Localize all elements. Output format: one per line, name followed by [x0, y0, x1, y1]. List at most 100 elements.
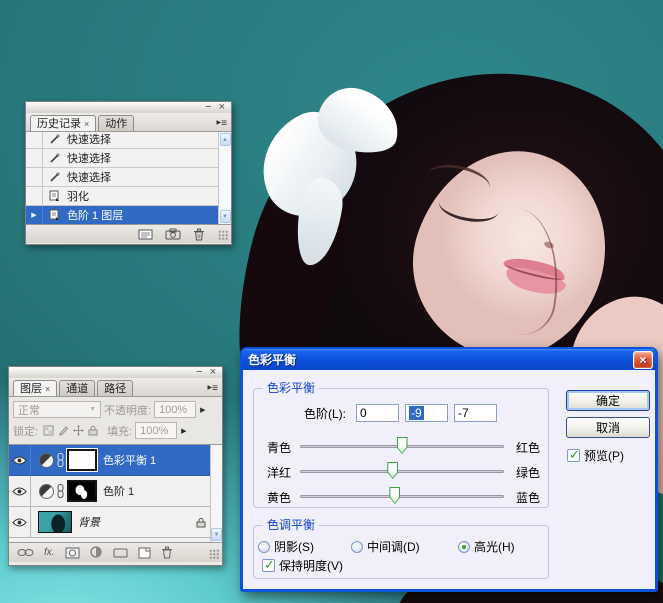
- highlights-radio[interactable]: 高光(H): [458, 538, 515, 555]
- tab-layers[interactable]: 图层×: [13, 380, 57, 396]
- tab-close-icon[interactable]: ×: [45, 384, 50, 394]
- minimize-icon[interactable]: −: [205, 103, 211, 112]
- opacity-spinner-icon[interactable]: ▶: [200, 406, 205, 414]
- fill-spinner-icon[interactable]: ▶: [181, 427, 186, 435]
- layer-mask-thumbnail[interactable]: [67, 449, 97, 471]
- preview-checkbox[interactable]: 预览(P): [567, 447, 624, 464]
- lock-paint-brush-icon[interactable]: [58, 425, 69, 436]
- tab-paths[interactable]: 路径: [97, 380, 133, 396]
- visibility-eye-icon[interactable]: [9, 476, 31, 506]
- layers-scrollbar[interactable]: ▼: [210, 445, 222, 542]
- tab-channels[interactable]: 通道: [59, 380, 95, 396]
- lock-move-icon[interactable]: [73, 425, 84, 436]
- tone-balance-group: 色调平衡 阴影(S) 中间调(D) 高光(H) 保持明度(V): [253, 525, 549, 579]
- layer-thumbnail[interactable]: [38, 511, 72, 533]
- layer-style-fx-icon[interactable]: fx.: [44, 547, 55, 558]
- midtones-radio[interactable]: 中间调(D): [351, 538, 420, 555]
- yellow-blue-slider-thumb[interactable]: [389, 487, 400, 504]
- delete-trash-icon[interactable]: [193, 228, 205, 241]
- new-group-icon[interactable]: [113, 547, 128, 558]
- shadows-radio[interactable]: 阴影(S): [258, 538, 314, 555]
- slider-track[interactable]: [300, 495, 504, 498]
- history-source-well[interactable]: [26, 149, 43, 167]
- history-item[interactable]: 快速选择: [26, 149, 231, 168]
- group-label: 色调平衡: [263, 518, 319, 532]
- lock-transparency-icon[interactable]: [43, 425, 54, 436]
- scroll-down-icon[interactable]: ▼: [211, 528, 222, 541]
- ok-button[interactable]: 确定: [566, 390, 650, 411]
- visibility-eye-icon[interactable]: [9, 507, 31, 537]
- history-source-well[interactable]: [26, 168, 43, 186]
- history-source-well[interactable]: [26, 187, 43, 205]
- scroll-down-icon[interactable]: ▼: [220, 210, 231, 223]
- history-item[interactable]: 快速选择: [26, 132, 231, 149]
- opacity-value-field[interactable]: 100%: [154, 401, 196, 418]
- cyan-red-slider-thumb[interactable]: [397, 437, 408, 454]
- radio-icon[interactable]: [351, 541, 363, 553]
- history-source-well[interactable]: [26, 132, 43, 148]
- resize-grip[interactable]: [218, 230, 229, 241]
- new-adjustment-layer-icon[interactable]: [90, 546, 103, 559]
- preserve-luminosity-checkbox[interactable]: 保持明度(V): [262, 557, 343, 574]
- mask-link-icon[interactable]: [57, 453, 64, 467]
- yellow-blue-slider-row: 黄色 蓝色: [254, 486, 548, 506]
- close-icon[interactable]: ×: [210, 368, 216, 377]
- slider-track[interactable]: [300, 470, 504, 473]
- scroll-up-icon[interactable]: ▲: [220, 133, 231, 146]
- layer-name[interactable]: 色阶 1: [103, 483, 134, 499]
- resize-grip[interactable]: [209, 549, 220, 560]
- history-item-selected[interactable]: ▶ 色阶 1 图层: [26, 206, 231, 225]
- level-input-3[interactable]: -7: [454, 404, 497, 422]
- history-item[interactable]: 快速选择: [26, 168, 231, 187]
- history-item-label: 快速选择: [65, 169, 111, 185]
- history-list: 快速选择 快速选择 快速选择: [26, 132, 231, 225]
- layer-row-levels[interactable]: 色阶 1: [9, 476, 222, 507]
- layer-row-color-balance[interactable]: 色彩平衡 1: [9, 445, 222, 476]
- close-icon[interactable]: ×: [633, 351, 653, 369]
- history-scrollbar[interactable]: ▲ ▼: [218, 132, 231, 224]
- color-balance-group: 色彩平衡 色阶(L): 0 -9 -7 青色 红色 洋红 绿色 黄色: [253, 388, 549, 508]
- lock-all-icon[interactable]: [88, 425, 98, 436]
- layers-list: 色彩平衡 1 色阶 1 背景: [9, 445, 222, 543]
- command-state-icon: [43, 209, 65, 221]
- layer-name[interactable]: 色彩平衡 1: [103, 452, 156, 468]
- tab-actions[interactable]: 动作: [98, 115, 134, 131]
- radio-selected-icon[interactable]: [458, 541, 470, 553]
- tab-history[interactable]: 历史记录×: [30, 115, 96, 131]
- blend-mode-select[interactable]: 正常 ▼: [13, 401, 101, 418]
- new-layer-icon[interactable]: [138, 547, 151, 559]
- adjustment-layer-icon: [39, 484, 54, 499]
- shadows-radio-label: 阴影(S): [274, 538, 314, 555]
- opacity-label: 不透明度:: [104, 402, 151, 418]
- visibility-eye-icon[interactable]: [9, 445, 31, 475]
- history-source-well[interactable]: ▶: [26, 206, 43, 224]
- level-input-1[interactable]: 0: [356, 404, 399, 422]
- level-input-2[interactable]: -9: [405, 404, 448, 422]
- panel-menu-icon[interactable]: ▶≡: [208, 382, 218, 394]
- layers-panel-titlebar: − ×: [9, 367, 222, 378]
- panel-menu-icon[interactable]: ▶≡: [217, 117, 227, 129]
- delete-layer-trash-icon[interactable]: [161, 546, 173, 559]
- close-icon[interactable]: ×: [219, 103, 225, 112]
- new-document-from-state-icon[interactable]: [138, 229, 153, 240]
- fill-value-field[interactable]: 100%: [135, 422, 177, 439]
- layer-name[interactable]: 背景: [78, 514, 100, 530]
- minimize-icon[interactable]: −: [196, 368, 202, 377]
- radio-icon[interactable]: [258, 541, 270, 553]
- cyan-label: 青色: [267, 439, 291, 456]
- dialog-titlebar[interactable]: 色彩平衡 ×: [242, 349, 656, 370]
- history-item[interactable]: 羽化: [26, 187, 231, 206]
- layer-row-background[interactable]: 背景: [9, 507, 222, 538]
- magenta-green-slider-thumb[interactable]: [387, 462, 398, 479]
- mask-link-icon[interactable]: [57, 484, 64, 498]
- history-panel-toolbar: [26, 225, 231, 243]
- checkbox-checked-icon[interactable]: [262, 559, 275, 572]
- layer-mask-thumbnail[interactable]: [67, 480, 97, 502]
- checkbox-checked-icon[interactable]: [567, 449, 580, 462]
- link-layers-icon[interactable]: [17, 548, 34, 557]
- new-snapshot-camera-icon[interactable]: [165, 228, 181, 240]
- tab-close-icon[interactable]: ×: [84, 119, 89, 129]
- cancel-button[interactable]: 取消: [566, 417, 650, 438]
- add-layer-mask-icon[interactable]: [65, 547, 80, 559]
- history-panel-titlebar: − ×: [26, 102, 231, 113]
